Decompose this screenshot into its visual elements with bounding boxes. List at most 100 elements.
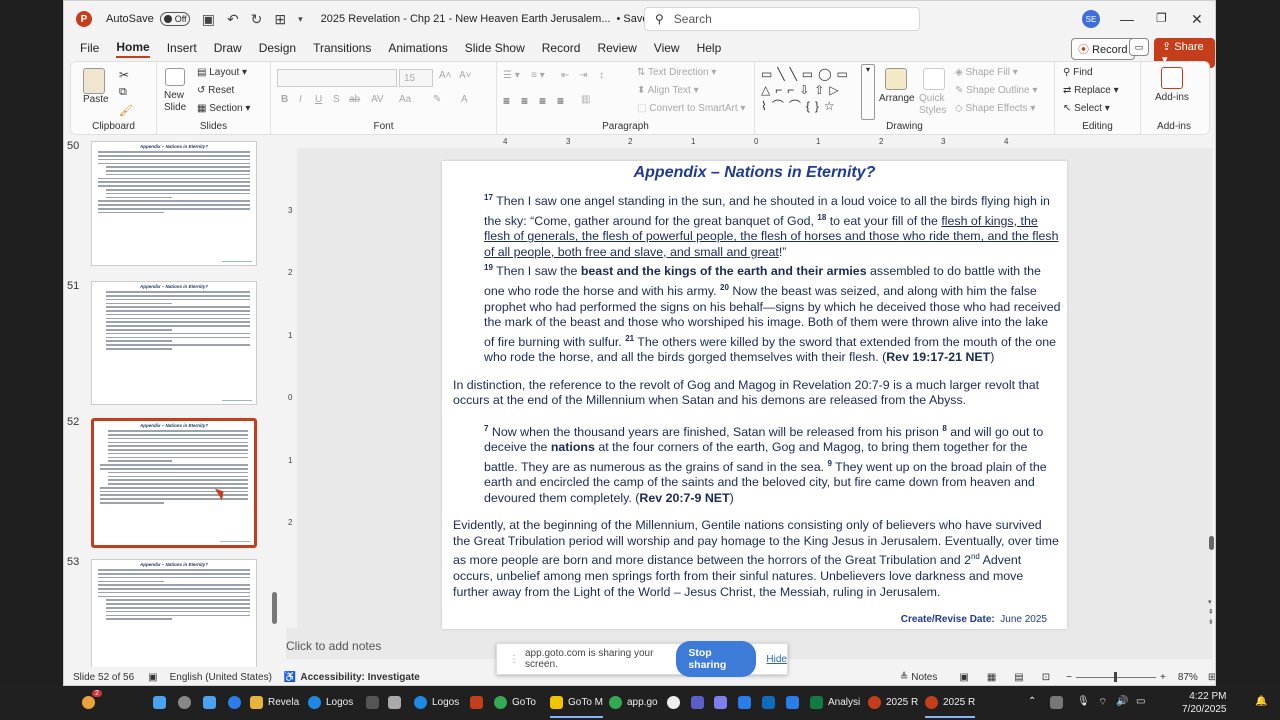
- taskbar-app[interactable]: GoTo: [494, 696, 536, 709]
- slide-thumbnail-53[interactable]: Appendix – Nations in Eternity?: [91, 559, 257, 667]
- select-button[interactable]: ↖ Select ▾: [1063, 103, 1110, 114]
- notifications-icon[interactable]: 🔔: [1255, 696, 1267, 707]
- zoom-slider[interactable]: [1075, 671, 1156, 682]
- slide-sorter-icon[interactable]: ▦: [987, 672, 996, 683]
- shape-effects-button[interactable]: ◇ Shape Effects ▾: [955, 103, 1035, 114]
- battery-icon[interactable]: ▭: [1136, 696, 1145, 707]
- avatar[interactable]: SE: [1082, 10, 1100, 28]
- addins-button[interactable]: Add-ins: [1155, 92, 1189, 103]
- zoom-in-icon[interactable]: +: [1160, 672, 1166, 683]
- save-icon[interactable]: ▣: [202, 11, 215, 28]
- tab-slide-show[interactable]: Slide Show: [465, 39, 525, 57]
- slideshow-view-icon[interactable]: ⊡: [1042, 672, 1050, 683]
- align-right-icon[interactable]: ≡: [539, 94, 546, 108]
- taskbar-app[interactable]: [388, 696, 406, 709]
- justify-icon[interactable]: ≡: [557, 94, 564, 108]
- spell-check-icon[interactable]: ▣: [148, 672, 157, 683]
- taskbar-app[interactable]: app.go: [609, 696, 658, 709]
- spacing-icon[interactable]: AV: [371, 94, 384, 105]
- shapes-more-icon[interactable]: ▾: [861, 64, 875, 120]
- task-view-icon[interactable]: [203, 696, 221, 709]
- text-direction-button[interactable]: ⇅ Text Direction ▾: [637, 67, 716, 78]
- line-spacing-icon[interactable]: ↕: [599, 70, 604, 81]
- copy-icon[interactable]: ⧉: [119, 86, 127, 99]
- layout-button[interactable]: ▤ Layout ▾: [197, 67, 247, 78]
- zoom-out-icon[interactable]: −: [1066, 672, 1072, 683]
- tab-insert[interactable]: Insert: [167, 39, 197, 57]
- tab-view[interactable]: View: [654, 39, 680, 57]
- align-left-icon[interactable]: ≡: [503, 94, 510, 108]
- minimize-icon[interactable]: —: [1120, 11, 1134, 27]
- zoom-thumb[interactable]: [1113, 671, 1117, 682]
- arrange-icon[interactable]: [885, 68, 907, 90]
- font-family-box[interactable]: [277, 69, 397, 87]
- record-button[interactable]: ⦿ Record: [1071, 38, 1135, 60]
- tab-design[interactable]: Design: [259, 39, 296, 57]
- close-icon[interactable]: ✕: [1191, 11, 1203, 28]
- slide-title[interactable]: Appendix – Nations in Eternity?: [442, 164, 1067, 182]
- taskbar-app[interactable]: [470, 696, 488, 709]
- language[interactable]: English (United States): [170, 672, 272, 683]
- quick-styles-button[interactable]: Quick Styles: [919, 93, 951, 117]
- restore-icon[interactable]: ❐: [1156, 11, 1167, 25]
- tab-review[interactable]: Review: [597, 39, 636, 57]
- taskbar-app[interactable]: GoTo M: [550, 696, 604, 718]
- canvas-scrollbar[interactable]: ▾ ⇞ ⇟: [1206, 148, 1215, 628]
- taskbar-app[interactable]: [786, 696, 804, 709]
- hide-link[interactable]: Hide: [766, 654, 787, 665]
- new-slide-button[interactable]: New Slide: [164, 90, 194, 114]
- taskbar-app[interactable]: 2025 R: [925, 696, 976, 718]
- search-taskbar-icon[interactable]: [178, 696, 196, 709]
- new-slide-icon[interactable]: [165, 68, 185, 86]
- find-button[interactable]: ⚲ Find: [1063, 67, 1093, 78]
- scroll-thumb[interactable]: [1209, 536, 1214, 550]
- taskbar-app[interactable]: [366, 696, 384, 709]
- show-hidden-icons[interactable]: ⌃: [1028, 696, 1036, 707]
- highlight-icon[interactable]: ✎: [433, 94, 441, 105]
- columns-icon[interactable]: ▥: [581, 94, 590, 105]
- notes-pane[interactable]: Click to add notes: [286, 639, 381, 653]
- drag-handle-icon[interactable]: ⋮: [509, 654, 519, 665]
- tab-home[interactable]: Home: [116, 38, 150, 58]
- taskbar-app[interactable]: 2025 R: [868, 696, 918, 709]
- taskbar-app[interactable]: Analysi: [810, 696, 860, 709]
- stop-sharing-button[interactable]: Stop sharing: [676, 641, 757, 677]
- tab-draw[interactable]: Draw: [214, 39, 242, 57]
- align-center-icon[interactable]: ≡: [521, 94, 528, 108]
- shape-outline-button[interactable]: ✎ Shape Outline ▾: [955, 85, 1037, 96]
- font-color-icon[interactable]: A: [461, 94, 468, 105]
- font-size-box[interactable]: 15: [399, 69, 433, 87]
- customize-toolbar-icon[interactable]: ▾: [298, 14, 303, 25]
- normal-view-icon[interactable]: ▣: [959, 672, 968, 683]
- search-box[interactable]: ⚲ Search: [644, 7, 920, 31]
- tab-help[interactable]: Help: [697, 39, 722, 57]
- taskbar-app[interactable]: [691, 696, 709, 709]
- decrease-indent-icon[interactable]: ⇤: [561, 70, 569, 81]
- arrange-button[interactable]: Arrange: [879, 93, 915, 104]
- system-clock[interactable]: 4:22 PM 7/20/2025: [1182, 690, 1227, 716]
- tab-record[interactable]: Record: [542, 39, 581, 57]
- verse-block-rev-20[interactable]: 7 Now when the thousand years are finish…: [484, 421, 1061, 507]
- paste-button[interactable]: Paste: [83, 94, 109, 105]
- addins-icon[interactable]: [1161, 67, 1183, 89]
- tab-file[interactable]: File: [80, 39, 99, 57]
- notes-button[interactable]: Notes: [911, 672, 937, 683]
- strikethrough-icon[interactable]: ab: [349, 94, 360, 105]
- paste-icon[interactable]: [83, 68, 105, 94]
- increase-indent-icon[interactable]: ⇥: [579, 70, 587, 81]
- tray-app-icon[interactable]: [1050, 696, 1068, 709]
- zoom-level[interactable]: 87%: [1178, 672, 1198, 683]
- bold-icon[interactable]: B: [281, 94, 288, 105]
- grow-font-icon[interactable]: A˄: [439, 70, 452, 81]
- shapes-gallery[interactable]: ▭╲╲▭◯▭ △⌐⌐⇩⇧▷ ⌇⌒⌒{}☆: [761, 66, 853, 114]
- prev-next-slide-icon[interactable]: ▾ ⇞ ⇟: [1208, 598, 1214, 628]
- cut-icon[interactable]: ✂: [119, 68, 129, 82]
- notes-icon[interactable]: ≜: [900, 672, 908, 683]
- shape-fill-button[interactable]: ◈ Shape Fill ▾: [955, 67, 1018, 78]
- numbering-icon[interactable]: ≡ ▾: [531, 70, 545, 81]
- autosave-toggle[interactable]: Off: [159, 12, 190, 26]
- bullets-icon[interactable]: ☰ ▾: [503, 70, 520, 81]
- weather-widget-icon[interactable]: [82, 696, 100, 709]
- accessibility-icon[interactable]: ♿: [284, 672, 296, 683]
- replace-button[interactable]: ⇄ Replace ▾: [1063, 85, 1119, 96]
